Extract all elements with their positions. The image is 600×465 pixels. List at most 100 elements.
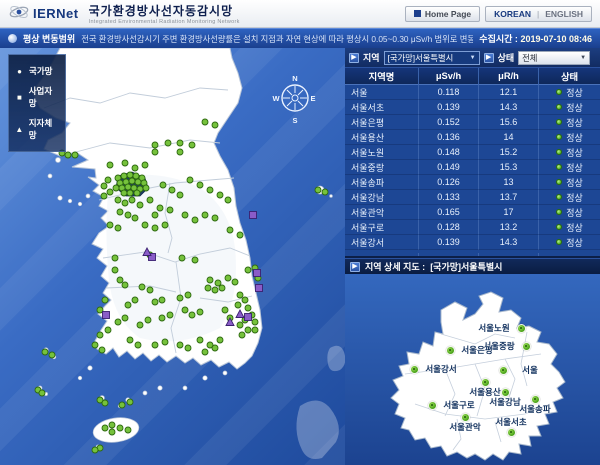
national-station-marker[interactable] <box>115 197 121 203</box>
national-station-marker[interactable] <box>205 285 211 291</box>
national-station-marker[interactable] <box>315 187 321 193</box>
national-station-marker[interactable] <box>197 309 203 315</box>
national-station-marker[interactable] <box>129 197 135 203</box>
national-station-marker[interactable] <box>219 285 225 291</box>
table-row[interactable]: 서울강서0.13914.3정상 <box>345 235 600 250</box>
table-row[interactable]: 서울강남0.13313.7정상 <box>345 190 600 205</box>
national-station-marker[interactable] <box>107 222 113 228</box>
national-station-marker[interactable] <box>42 349 48 355</box>
national-station-marker[interactable] <box>125 184 131 190</box>
national-station-marker[interactable] <box>212 122 218 128</box>
national-station-marker[interactable] <box>212 345 218 351</box>
home-page-button[interactable]: Home Page <box>405 6 480 22</box>
national-station-marker[interactable] <box>125 427 131 433</box>
national-station-marker[interactable] <box>192 217 198 223</box>
national-station-marker[interactable] <box>187 177 193 183</box>
national-station-marker[interactable] <box>102 425 108 431</box>
national-station-marker[interactable] <box>92 447 98 453</box>
national-station-marker[interactable] <box>119 402 125 408</box>
table-row[interactable]: 서울용산0.13614정상 <box>345 130 600 145</box>
national-station-marker[interactable] <box>134 190 140 196</box>
national-station-marker[interactable] <box>135 179 141 185</box>
national-station-marker[interactable] <box>212 287 218 293</box>
national-station-marker[interactable] <box>137 322 143 328</box>
table-row[interactable]: 서울노원0.14815.2정상 <box>345 145 600 160</box>
national-station-marker[interactable] <box>185 292 191 298</box>
table-row[interactable]: 서울0.11812.1정상 <box>345 85 600 100</box>
national-station-marker[interactable] <box>122 315 128 321</box>
national-station-marker[interactable] <box>105 177 111 183</box>
detail-station-marker-서울강서[interactable] <box>410 365 419 374</box>
national-station-marker[interactable] <box>121 173 127 179</box>
table-row[interactable]: 서울서초0.13914.3정상 <box>345 100 600 115</box>
national-station-marker[interactable] <box>212 215 218 221</box>
national-station-marker[interactable] <box>177 342 183 348</box>
national-station-marker[interactable] <box>207 187 213 193</box>
national-station-marker[interactable] <box>127 172 133 178</box>
national-station-marker[interactable] <box>237 292 243 298</box>
national-station-marker[interactable] <box>121 190 127 196</box>
language-switch[interactable]: KOREAN | ENGLISH <box>485 6 592 22</box>
national-station-marker[interactable] <box>99 347 105 353</box>
national-station-marker[interactable] <box>132 165 138 171</box>
national-station-marker[interactable] <box>182 212 188 218</box>
operator-station-marker[interactable] <box>245 314 252 321</box>
national-station-marker[interactable] <box>185 345 191 351</box>
national-station-marker[interactable] <box>167 207 173 213</box>
national-station-marker[interactable] <box>122 282 128 288</box>
national-station-marker[interactable] <box>115 319 121 325</box>
national-station-marker[interactable] <box>152 225 158 231</box>
operator-station-marker[interactable] <box>254 270 261 277</box>
national-station-marker[interactable] <box>117 425 123 431</box>
national-station-marker[interactable] <box>127 190 133 196</box>
region-dropdown[interactable]: [국가망]서울특별시 ▼ <box>384 51 480 65</box>
national-station-marker[interactable] <box>159 297 165 303</box>
table-row[interactable]: 서울송파0.12613정상 <box>345 175 600 190</box>
national-station-marker[interactable] <box>207 277 213 283</box>
operator-station-marker[interactable] <box>256 285 263 292</box>
detail-station-marker-서울서초[interactable] <box>507 428 516 437</box>
national-station-marker[interactable] <box>107 189 113 195</box>
national-station-marker[interactable] <box>177 295 183 301</box>
national-station-marker[interactable] <box>189 142 195 148</box>
national-station-marker[interactable] <box>143 185 149 191</box>
national-station-marker[interactable] <box>235 302 241 308</box>
national-station-marker[interactable] <box>222 307 228 313</box>
national-station-marker[interactable] <box>112 267 118 273</box>
national-station-marker[interactable] <box>225 275 231 281</box>
national-station-marker[interactable] <box>65 152 71 158</box>
national-station-marker[interactable] <box>152 299 158 305</box>
national-station-marker[interactable] <box>165 140 171 146</box>
national-station-marker[interactable] <box>115 225 121 231</box>
national-station-marker[interactable] <box>162 339 168 345</box>
national-station-marker[interactable] <box>242 297 248 303</box>
national-station-marker[interactable] <box>217 192 223 198</box>
national-station-marker[interactable] <box>232 279 238 285</box>
korean-button[interactable]: KOREAN <box>494 9 531 19</box>
national-station-marker[interactable] <box>152 142 158 148</box>
national-station-marker[interactable] <box>202 212 208 218</box>
national-station-marker[interactable] <box>112 255 118 261</box>
national-station-marker[interactable] <box>322 189 328 195</box>
national-station-marker[interactable] <box>215 280 221 286</box>
national-station-marker[interactable] <box>239 332 245 338</box>
national-station-marker[interactable] <box>39 390 45 396</box>
seoul-detail-map[interactable]: 서울노원서울중랑서울은평서울강서서울서울용산서울강남서울송파서울구로서울관악서울… <box>345 274 600 465</box>
national-station-marker[interactable] <box>197 182 203 188</box>
national-station-marker[interactable] <box>179 255 185 261</box>
national-station-marker[interactable] <box>202 119 208 125</box>
national-station-marker[interactable] <box>117 209 123 215</box>
national-station-marker[interactable] <box>122 200 128 206</box>
national-station-marker[interactable] <box>245 327 251 333</box>
national-station-marker[interactable] <box>182 307 188 313</box>
national-station-marker[interactable] <box>217 337 223 343</box>
detail-station-marker-서울구로[interactable] <box>428 401 437 410</box>
national-station-marker[interactable] <box>142 222 148 228</box>
national-station-marker[interactable] <box>197 337 203 343</box>
national-station-marker[interactable] <box>245 267 251 273</box>
national-station-marker[interactable] <box>101 193 107 199</box>
national-station-marker[interactable] <box>132 215 138 221</box>
national-station-marker[interactable] <box>192 257 198 263</box>
english-button[interactable]: ENGLISH <box>545 9 583 19</box>
national-station-marker[interactable] <box>127 337 133 343</box>
